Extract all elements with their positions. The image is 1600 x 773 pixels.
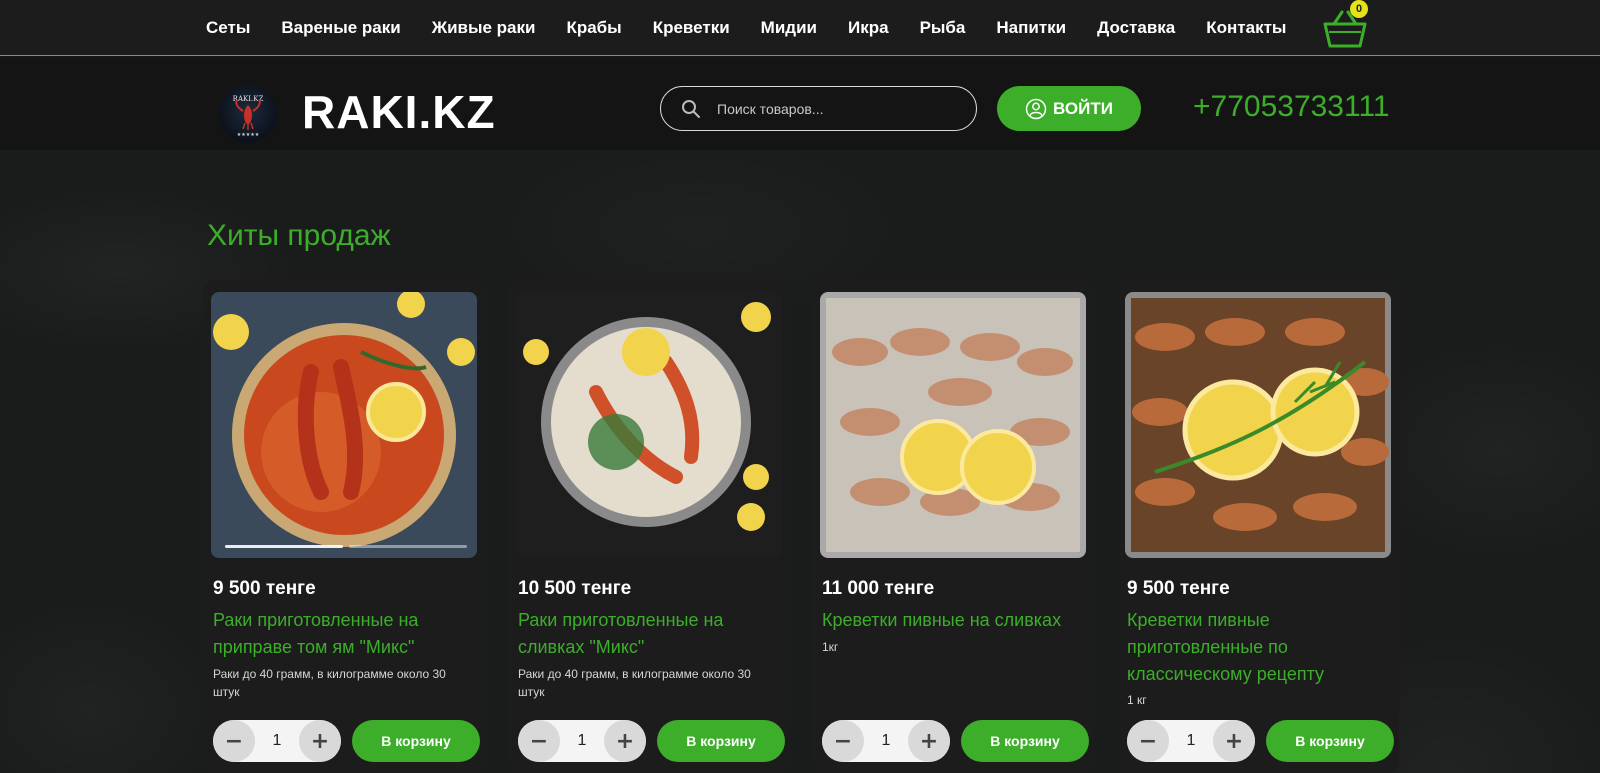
image-slider-dots[interactable]: [225, 545, 467, 548]
product-price: 9 500 тенге: [213, 578, 316, 599]
decrease-button[interactable]: −: [1127, 720, 1169, 762]
product-price: 11 000 тенге: [822, 578, 935, 599]
product-description: 1кг: [822, 640, 839, 654]
add-to-cart-button[interactable]: В корзину: [1266, 720, 1394, 762]
logo-emblem[interactable]: RAKI.KZ ★★★★★: [219, 85, 277, 143]
svg-text:★★★★★: ★★★★★: [237, 132, 260, 138]
product-title[interactable]: Креветки пивные на сливках: [822, 607, 1084, 634]
nav-item-contacts[interactable]: Контакты: [1206, 18, 1286, 38]
product-price: 9 500 тенге: [1127, 578, 1230, 599]
decrease-button[interactable]: −: [822, 720, 864, 762]
site-logo-text[interactable]: RAKI.KZ: [302, 85, 496, 139]
nav-item-fish[interactable]: Рыба: [920, 18, 966, 38]
product-image[interactable]: [211, 292, 477, 558]
product-card: 9 500 тенге Креветки пивные приготовленн…: [1117, 280, 1399, 773]
quantity-value[interactable]: 1: [1176, 732, 1206, 750]
phone-number[interactable]: +77053733111: [1193, 90, 1390, 124]
search-bar: [660, 86, 977, 131]
crayfish-logo-icon: RAKI.KZ ★★★★★: [233, 95, 264, 138]
nav-item-drinks[interactable]: Напитки: [996, 18, 1066, 38]
cart-count-badge: 0: [1350, 0, 1368, 18]
add-to-cart-button[interactable]: В корзину: [657, 720, 785, 762]
quantity-stepper: − 1 +: [822, 720, 950, 762]
decrease-button[interactable]: −: [518, 720, 560, 762]
increase-button[interactable]: +: [604, 720, 646, 762]
login-label: ВОЙТИ: [1053, 98, 1113, 118]
quantity-value[interactable]: 1: [262, 732, 292, 750]
nav-item-caviar[interactable]: Икра: [848, 18, 889, 38]
product-title[interactable]: Раки приготовленные на приправе том ям "…: [213, 607, 475, 661]
user-icon: [1025, 98, 1047, 119]
add-to-cart-button[interactable]: В корзину: [352, 720, 480, 762]
nav-item-boiled-crayfish[interactable]: Вареные раки: [281, 18, 400, 38]
quantity-value[interactable]: 1: [871, 732, 901, 750]
quantity-value[interactable]: 1: [567, 732, 597, 750]
product-title[interactable]: Раки приготовленные на сливках "Микс": [518, 607, 780, 661]
top-nav: Сеты Вареные раки Живые раки Крабы Креве…: [0, 0, 1600, 56]
quantity-stepper: − 1 +: [518, 720, 646, 762]
add-to-cart-button[interactable]: В корзину: [961, 720, 1089, 762]
product-price: 10 500 тенге: [518, 578, 632, 599]
increase-button[interactable]: +: [299, 720, 341, 762]
section-title: Хиты продаж: [207, 219, 391, 252]
nav-item-sets[interactable]: Сеты: [206, 18, 250, 38]
product-card: 9 500 тенге Раки приготовленные на припр…: [203, 280, 485, 773]
login-button[interactable]: ВОЙТИ: [997, 86, 1141, 131]
increase-button[interactable]: +: [1213, 720, 1255, 762]
nav-item-shrimp[interactable]: Креветки: [653, 18, 730, 38]
site-header: RAKI.KZ ★★★★★ RAKI.KZ ВОЙТИ +77053733111: [0, 57, 1600, 150]
search-input[interactable]: [717, 100, 957, 117]
nav-item-crabs[interactable]: Крабы: [566, 18, 621, 38]
quantity-stepper: − 1 +: [1127, 720, 1255, 762]
cart-button[interactable]: 0: [1320, 0, 1370, 50]
search-icon[interactable]: [681, 99, 701, 119]
product-card: 10 500 тенге Раки приготовленные на слив…: [508, 280, 790, 773]
quantity-stepper: − 1 +: [213, 720, 341, 762]
increase-button[interactable]: +: [908, 720, 950, 762]
product-image[interactable]: [1125, 292, 1391, 558]
nav-item-delivery[interactable]: Доставка: [1097, 18, 1175, 38]
product-description: Раки до 40 грамм, в килограмме около 30 …: [213, 667, 446, 699]
product-image[interactable]: [820, 292, 1086, 558]
decrease-button[interactable]: −: [213, 720, 255, 762]
product-title[interactable]: Креветки пивные приготовленные по класси…: [1127, 607, 1389, 688]
nav-item-mussels[interactable]: Мидии: [761, 18, 817, 38]
nav-links: Сеты Вареные раки Живые раки Крабы Креве…: [206, 0, 1317, 56]
product-description: Раки до 40 грамм, в килограмме около 30 …: [518, 667, 751, 699]
product-image[interactable]: [516, 292, 782, 558]
product-card: 11 000 тенге Креветки пивные на сливках …: [812, 280, 1094, 773]
product-description: 1 кг: [1127, 693, 1147, 707]
nav-item-live-crayfish[interactable]: Живые раки: [432, 18, 536, 38]
